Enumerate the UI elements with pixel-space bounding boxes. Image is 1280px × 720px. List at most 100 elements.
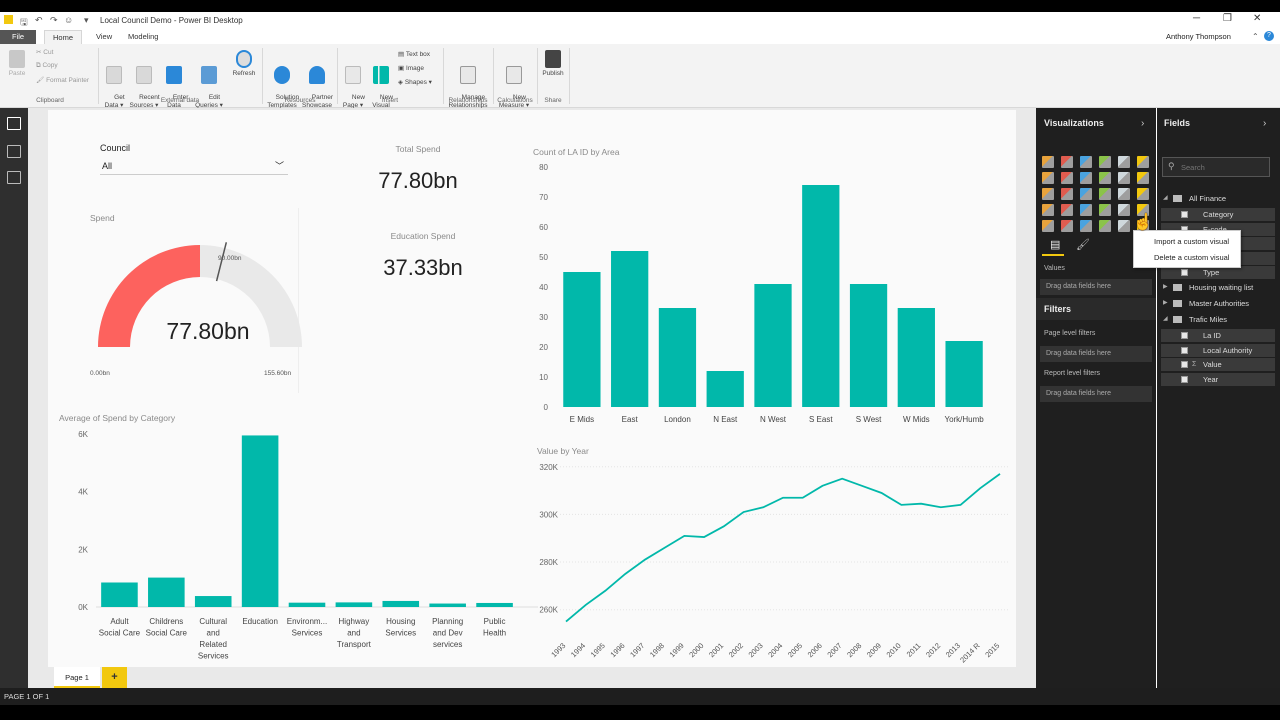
kpi-icon[interactable] bbox=[1118, 204, 1130, 216]
field-item[interactable]: Type bbox=[1161, 266, 1275, 280]
treemap-icon[interactable] bbox=[1080, 188, 1092, 200]
tab-home[interactable]: Home bbox=[44, 30, 83, 44]
page-tab-1[interactable]: Page 1 bbox=[54, 667, 100, 688]
chevron-right-icon[interactable]: › bbox=[1141, 118, 1144, 129]
line-chart-icon[interactable] bbox=[1042, 172, 1054, 184]
field-checkbox[interactable] bbox=[1181, 361, 1188, 369]
council-dropdown[interactable]: All ﹀ bbox=[100, 158, 288, 175]
customize-dropdown-icon[interactable]: ▾ bbox=[84, 15, 89, 26]
field-checkbox[interactable] bbox=[1181, 375, 1188, 383]
paste-button[interactable]: Paste bbox=[4, 50, 30, 78]
field-item[interactable]: Σ Value bbox=[1161, 358, 1275, 372]
scatter-icon[interactable] bbox=[1042, 188, 1054, 200]
field-table[interactable]: ◢ Trafic Miles bbox=[1161, 313, 1275, 326]
card-icon[interactable] bbox=[1099, 204, 1111, 216]
line-chart-year[interactable]: 260K 280K 300K 320K 1993 1994 1995 1996 1997 1998… bbox=[518, 452, 1008, 664]
user-name[interactable]: Anthony Thompson bbox=[1166, 32, 1231, 41]
data-view-icon[interactable] bbox=[7, 145, 21, 158]
x-tick-label-line: Planning bbox=[432, 617, 463, 626]
field-checkbox[interactable] bbox=[1181, 269, 1188, 277]
gauge-icon[interactable] bbox=[1080, 204, 1092, 216]
import-custom-visual-item[interactable]: Import a custom visual bbox=[1154, 237, 1229, 246]
report-view-icon[interactable] bbox=[7, 117, 21, 130]
waterfall-icon[interactable] bbox=[1118, 172, 1130, 184]
relationships-view-icon[interactable] bbox=[7, 171, 21, 184]
tab-file[interactable]: File bbox=[0, 30, 36, 44]
bar-100-icon[interactable] bbox=[1118, 156, 1130, 168]
funnel-icon[interactable] bbox=[1061, 204, 1073, 216]
gauge-chart[interactable] bbox=[88, 235, 328, 370]
pie-chart-icon[interactable] bbox=[1061, 188, 1073, 200]
shapes-button[interactable]: ◈ Shapes ▾ bbox=[398, 78, 432, 86]
stacked-area-icon[interactable] bbox=[1080, 172, 1092, 184]
matrix-icon[interactable] bbox=[1137, 188, 1149, 200]
stacked-bar-icon[interactable] bbox=[1042, 156, 1054, 168]
column-100-icon[interactable] bbox=[1137, 156, 1149, 168]
custom-visual-icon[interactable] bbox=[1099, 220, 1111, 232]
x-tick-label: Adult Social Care bbox=[99, 617, 141, 638]
combo-chart-icon[interactable] bbox=[1137, 172, 1149, 184]
report-canvas[interactable]: Council All ﹀ Total Spend 77.80bn Educat… bbox=[48, 110, 1016, 667]
report-filters-drop-zone[interactable]: Drag data fields here bbox=[1040, 386, 1152, 402]
format-paint-icon[interactable]: 🖌 bbox=[1076, 238, 1090, 251]
bar-chart-category[interactable]: 0K 2K 4K 6K Adult Social Care Childrens Social … bbox=[48, 422, 538, 667]
field-table[interactable]: ▶ Housing waiting list bbox=[1161, 281, 1275, 294]
table-icon[interactable] bbox=[1118, 188, 1130, 200]
bar-chart-area[interactable]: 0 10 20 30 40 50 60 70 80 E Mids East London N East N… bbox=[518, 155, 998, 430]
field-table[interactable]: ◢ All Finance bbox=[1161, 192, 1275, 205]
maximize-icon[interactable]: ❐ bbox=[1223, 13, 1232, 24]
bar bbox=[849, 284, 888, 407]
fields-search-input[interactable] bbox=[1181, 161, 1267, 173]
publish-button[interactable]: Publish bbox=[540, 50, 566, 78]
clustered-bar-icon[interactable] bbox=[1080, 156, 1092, 168]
refresh-button[interactable]: Refresh bbox=[230, 50, 258, 78]
web-icon[interactable] bbox=[1118, 220, 1130, 232]
field-item[interactable]: La ID bbox=[1161, 329, 1275, 342]
globe-icon[interactable] bbox=[1061, 220, 1073, 232]
chevron-up-icon[interactable]: ⌃ bbox=[1252, 32, 1259, 41]
table-icon bbox=[166, 66, 182, 84]
title-bar: 🖫 ↶ ↷ ☺ ▾ Local Council Demo - Power BI … bbox=[0, 12, 1280, 30]
undo-icon[interactable]: ↶ bbox=[35, 15, 43, 26]
field-checkbox[interactable] bbox=[1181, 211, 1188, 218]
x-tick-label: 2005 bbox=[786, 641, 804, 659]
x-tick-label: Childrens Social Care bbox=[146, 617, 188, 638]
smile-icon[interactable]: ☺ bbox=[64, 15, 73, 25]
copy-button[interactable]: ⧉ Copy bbox=[36, 62, 58, 70]
format-painter-button[interactable]: 🖌 Format Painter bbox=[36, 76, 89, 84]
image-button[interactable]: ▣ Image bbox=[398, 64, 424, 72]
values-drop-zone[interactable]: Drag data fields here bbox=[1040, 279, 1152, 295]
field-table[interactable]: ▶ Master Authorities bbox=[1161, 297, 1275, 310]
save-icon[interactable]: 🖫 bbox=[20, 15, 28, 31]
field-checkbox[interactable] bbox=[1181, 332, 1188, 339]
filled-map-icon[interactable] bbox=[1042, 204, 1054, 216]
chevron-right-icon[interactable]: › bbox=[1263, 118, 1266, 129]
field-checkbox[interactable] bbox=[1181, 346, 1188, 354]
slicer-title: Council bbox=[100, 143, 131, 153]
field-item[interactable]: Category bbox=[1161, 208, 1275, 221]
clustered-column-icon[interactable] bbox=[1099, 156, 1111, 168]
minimize-icon[interactable]: ─ bbox=[1193, 13, 1200, 24]
map-icon[interactable] bbox=[1099, 188, 1111, 200]
r-script-icon[interactable] bbox=[1080, 220, 1092, 232]
area-chart-icon[interactable] bbox=[1061, 172, 1073, 184]
field-item[interactable]: Year bbox=[1161, 372, 1275, 386]
field-item[interactable]: Local Authority bbox=[1161, 343, 1275, 357]
add-page-button[interactable]: + bbox=[102, 667, 127, 688]
tab-modeling[interactable]: Modeling bbox=[120, 30, 166, 44]
stacked-column-icon[interactable] bbox=[1061, 156, 1073, 168]
close-icon[interactable]: ✕ bbox=[1253, 13, 1261, 24]
x-tick-label: E Mids bbox=[570, 415, 594, 424]
council-dropdown-value: All bbox=[102, 161, 113, 171]
tab-view[interactable]: View bbox=[88, 30, 120, 44]
help-icon[interactable]: ? bbox=[1264, 31, 1274, 41]
delete-custom-visual-item[interactable]: Delete a custom visual bbox=[1154, 253, 1229, 262]
ribbon-chart-icon[interactable] bbox=[1099, 172, 1111, 184]
fields-search[interactable]: ⚲ bbox=[1162, 157, 1270, 177]
redo-icon[interactable]: ↷ bbox=[50, 15, 58, 26]
fields-well-icon[interactable]: ▤ bbox=[1050, 238, 1060, 251]
text-box-button[interactable]: ▤ Text box bbox=[398, 50, 430, 58]
donut-icon[interactable] bbox=[1042, 220, 1054, 232]
page-filters-drop-zone[interactable]: Drag data fields here bbox=[1040, 346, 1152, 362]
cut-button[interactable]: ✂ Cut bbox=[36, 48, 53, 56]
